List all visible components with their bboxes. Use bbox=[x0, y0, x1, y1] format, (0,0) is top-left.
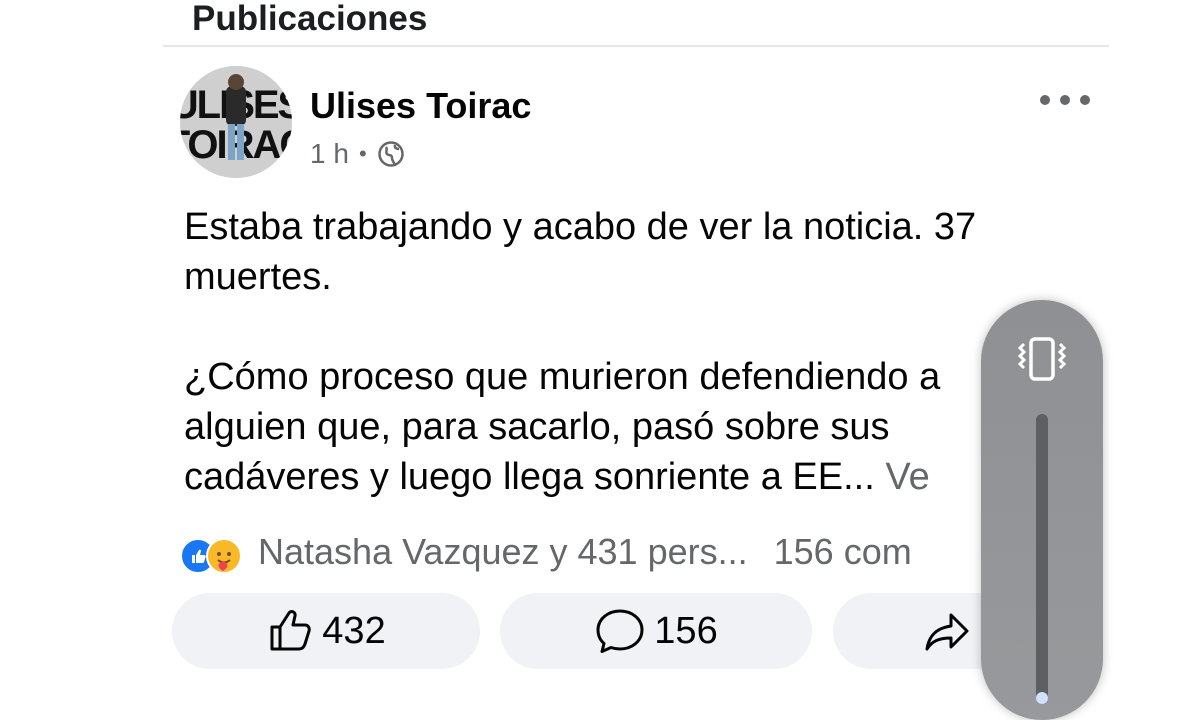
avatar[interactable]: ULISES TOIRAC bbox=[180, 66, 292, 178]
thumbs-up-icon bbox=[270, 610, 312, 651]
comments-count[interactable]: 156 com bbox=[774, 530, 912, 574]
post-meta: 1 h • bbox=[310, 138, 405, 170]
share-arrow-icon bbox=[925, 613, 969, 651]
section-title: Publicaciones bbox=[192, 0, 428, 38]
volume-panel[interactable] bbox=[981, 300, 1103, 720]
volume-slider[interactable] bbox=[1036, 414, 1048, 704]
post-paragraph-1: Estaba trabajando y acabo de ver la noti… bbox=[184, 206, 977, 298]
volume-level-fill bbox=[1036, 692, 1048, 704]
author-name[interactable]: Ulises Toirac bbox=[310, 86, 531, 126]
divider bbox=[163, 45, 1109, 47]
see-more-link[interactable]: Ve bbox=[885, 456, 929, 498]
comment-bubble-icon bbox=[596, 609, 644, 653]
comment-count: 156 bbox=[654, 609, 718, 652]
comment-button[interactable]: 156 bbox=[500, 593, 812, 669]
post-body: Estaba trabajando y acabo de ver la noti… bbox=[184, 202, 1064, 502]
post-paragraph-2: ¿Cómo proceso que murieron defendiendo a… bbox=[184, 352, 1064, 502]
reactions-summary: Natasha Vazquez y 431 pers... 156 com bbox=[180, 530, 912, 574]
reaction-names[interactable]: Natasha Vazquez y 431 pers... bbox=[258, 530, 748, 574]
post-paragraph-2-text: ¿Cómo proceso que murieron defendiendo a… bbox=[184, 356, 941, 498]
vibrate-icon[interactable] bbox=[1014, 336, 1070, 382]
like-button[interactable]: 432 bbox=[172, 593, 480, 669]
more-options-icon[interactable] bbox=[1040, 88, 1090, 112]
globe-icon bbox=[377, 140, 405, 168]
avatar-logo-line-2: TOIRAC bbox=[180, 123, 292, 167]
like-count: 432 bbox=[322, 609, 386, 652]
meta-separator: • bbox=[358, 141, 367, 166]
care-reaction-icon bbox=[206, 538, 242, 574]
reaction-icons[interactable] bbox=[180, 532, 250, 574]
post-time[interactable]: 1 h bbox=[310, 138, 349, 170]
